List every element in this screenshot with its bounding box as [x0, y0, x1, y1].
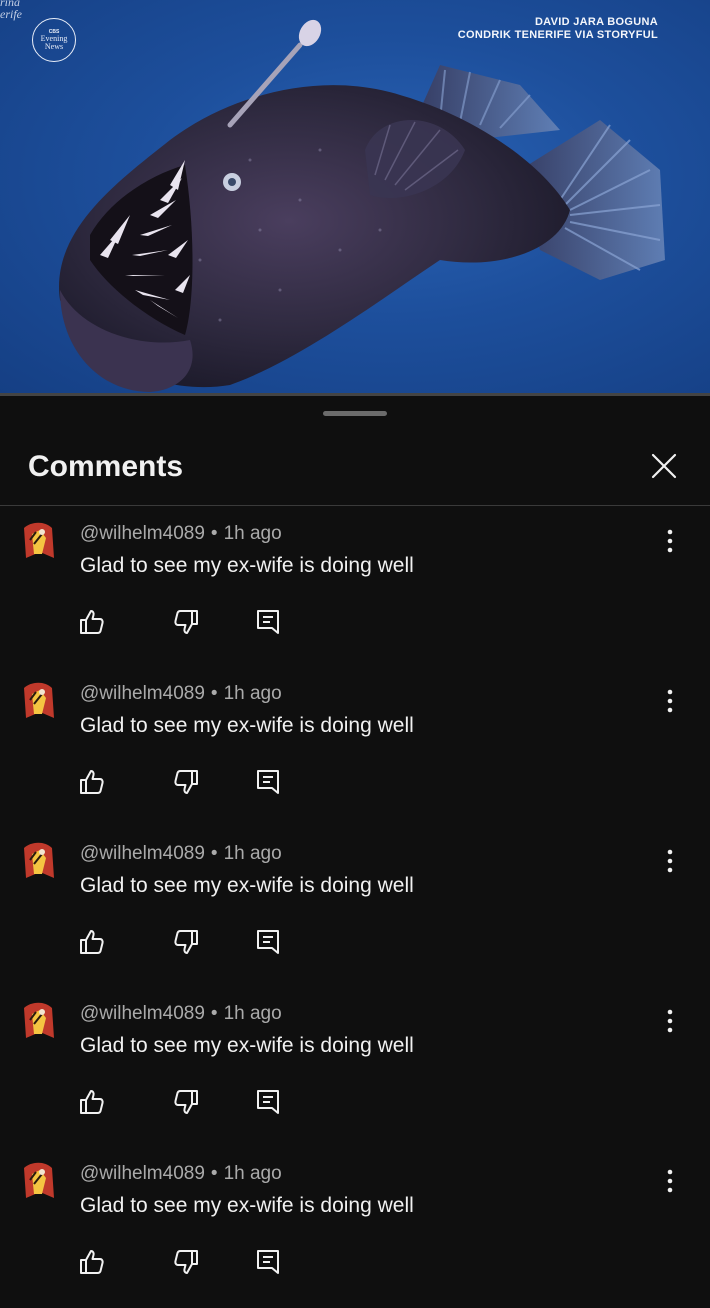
comment-time: 1h ago [223, 1003, 282, 1024]
reply-button[interactable] [254, 1088, 282, 1116]
comment-item: @wilhelm4089 • 1h ago Glad to see my ex-wi… [0, 828, 710, 988]
more-vert-icon [667, 689, 673, 713]
thumbs-down-icon [174, 1090, 198, 1114]
reply-button[interactable] [254, 608, 282, 636]
reply-comment-icon [257, 1250, 279, 1274]
close-button[interactable] [648, 450, 680, 482]
more-options-button[interactable] [660, 1008, 680, 1034]
thumbs-up-icon [80, 610, 104, 634]
dislike-button[interactable] [172, 928, 200, 956]
thumbs-down-icon [174, 610, 198, 634]
like-button[interactable] [78, 1088, 106, 1116]
avatar[interactable] [20, 1000, 56, 1040]
like-button[interactable] [78, 1248, 106, 1276]
more-vert-icon [667, 529, 673, 553]
more-vert-icon [667, 1009, 673, 1033]
sheet-title: Comments [28, 450, 184, 483]
comments-sheet: Comments @wilhelm4089 • 1h ago Glad to see… [0, 396, 710, 1280]
close-icon [651, 453, 677, 479]
dislike-button[interactable] [172, 768, 200, 796]
dislike-button[interactable] [172, 1248, 200, 1276]
avatar-icon [24, 682, 54, 718]
comment-author[interactable]: @wilhelm4089 [80, 1003, 205, 1024]
reply-comment-icon [257, 930, 279, 954]
like-button[interactable] [78, 768, 106, 796]
meta-separator: • [210, 683, 218, 704]
thumbs-up-icon [80, 1090, 104, 1114]
thumbs-up-icon [80, 930, 104, 954]
comment-meta: @wilhelm4089 • 1h ago [80, 843, 282, 865]
comment-item: @wilhelm4089 • 1h ago Glad to see my ex-wi… [0, 1148, 710, 1308]
thumbs-up-icon [80, 770, 104, 794]
meta-separator: • [210, 1163, 218, 1184]
comments-list: @wilhelm4089 • 1h ago Glad to see my ex-wi… [0, 508, 710, 1308]
comment-time: 1h ago [223, 1163, 282, 1184]
more-options-button[interactable] [660, 688, 680, 714]
like-button[interactable] [78, 928, 106, 956]
comment-meta: @wilhelm4089 • 1h ago [80, 523, 282, 545]
thumbs-down-icon [174, 930, 198, 954]
reply-button[interactable] [254, 768, 282, 796]
avatar-icon [24, 522, 54, 558]
avatar-icon [24, 842, 54, 878]
reply-comment-icon [257, 610, 279, 634]
dislike-button[interactable] [172, 1088, 200, 1116]
comment-author[interactable]: @wilhelm4089 [80, 1163, 205, 1184]
thumbs-down-icon [174, 1250, 198, 1274]
comment-text: Glad to see my ex-wife is doing well [80, 1194, 414, 1217]
comment-time: 1h ago [223, 523, 282, 544]
drag-handle[interactable] [323, 411, 387, 416]
watermark-text: rina erife [0, 0, 22, 21]
comment-item: @wilhelm4089 • 1h ago Glad to see my ex-wi… [0, 508, 710, 668]
avatar[interactable] [20, 520, 56, 560]
comment-meta: @wilhelm4089 • 1h ago [80, 683, 282, 705]
comment-author[interactable]: @wilhelm4089 [80, 843, 205, 864]
comment-meta: @wilhelm4089 • 1h ago [80, 1163, 282, 1185]
like-button[interactable] [78, 608, 106, 636]
avatar-icon [24, 1162, 54, 1198]
anglerfish-image [59, 19, 665, 392]
meta-separator: • [210, 843, 218, 864]
avatar[interactable] [20, 1160, 56, 1200]
avatar-icon [24, 1002, 54, 1038]
comment-text: Glad to see my ex-wife is doing well [80, 554, 414, 577]
divider [0, 505, 710, 506]
reply-button[interactable] [254, 928, 282, 956]
thumbs-down-icon [174, 770, 198, 794]
dislike-button[interactable] [172, 608, 200, 636]
thumbs-up-icon [80, 1250, 104, 1274]
reply-button[interactable] [254, 1248, 282, 1276]
more-options-button[interactable] [660, 848, 680, 874]
cbs-evening-news-logo: CBS Evening News [32, 18, 76, 62]
avatar[interactable] [20, 680, 56, 720]
comment-time: 1h ago [223, 843, 282, 864]
more-options-button[interactable] [660, 528, 680, 554]
comment-item: @wilhelm4089 • 1h ago Glad to see my ex-wi… [0, 988, 710, 1148]
comment-item: @wilhelm4089 • 1h ago Glad to see my ex-wi… [0, 668, 710, 828]
comment-text: Glad to see my ex-wife is doing well [80, 714, 414, 737]
photo-credit: DAVID JARA BOGUNA CONDRIK TENERIFE VIA S… [457, 16, 658, 41]
more-vert-icon [667, 1169, 673, 1193]
comment-text: Glad to see my ex-wife is doing well [80, 874, 414, 897]
reply-comment-icon [257, 770, 279, 794]
more-options-button[interactable] [660, 1168, 680, 1194]
comment-author[interactable]: @wilhelm4089 [80, 683, 205, 704]
meta-separator: • [210, 523, 218, 544]
comment-author[interactable]: @wilhelm4089 [80, 523, 205, 544]
comment-time: 1h ago [223, 683, 282, 704]
meta-separator: • [210, 1003, 218, 1024]
more-vert-icon [667, 849, 673, 873]
comment-text: Glad to see my ex-wife is doing well [80, 1034, 414, 1057]
avatar[interactable] [20, 840, 56, 880]
video-player[interactable]: rina erife CBS Evening News DAVID JARA B… [0, 0, 710, 395]
comment-meta: @wilhelm4089 • 1h ago [80, 1003, 282, 1025]
reply-comment-icon [257, 1090, 279, 1114]
